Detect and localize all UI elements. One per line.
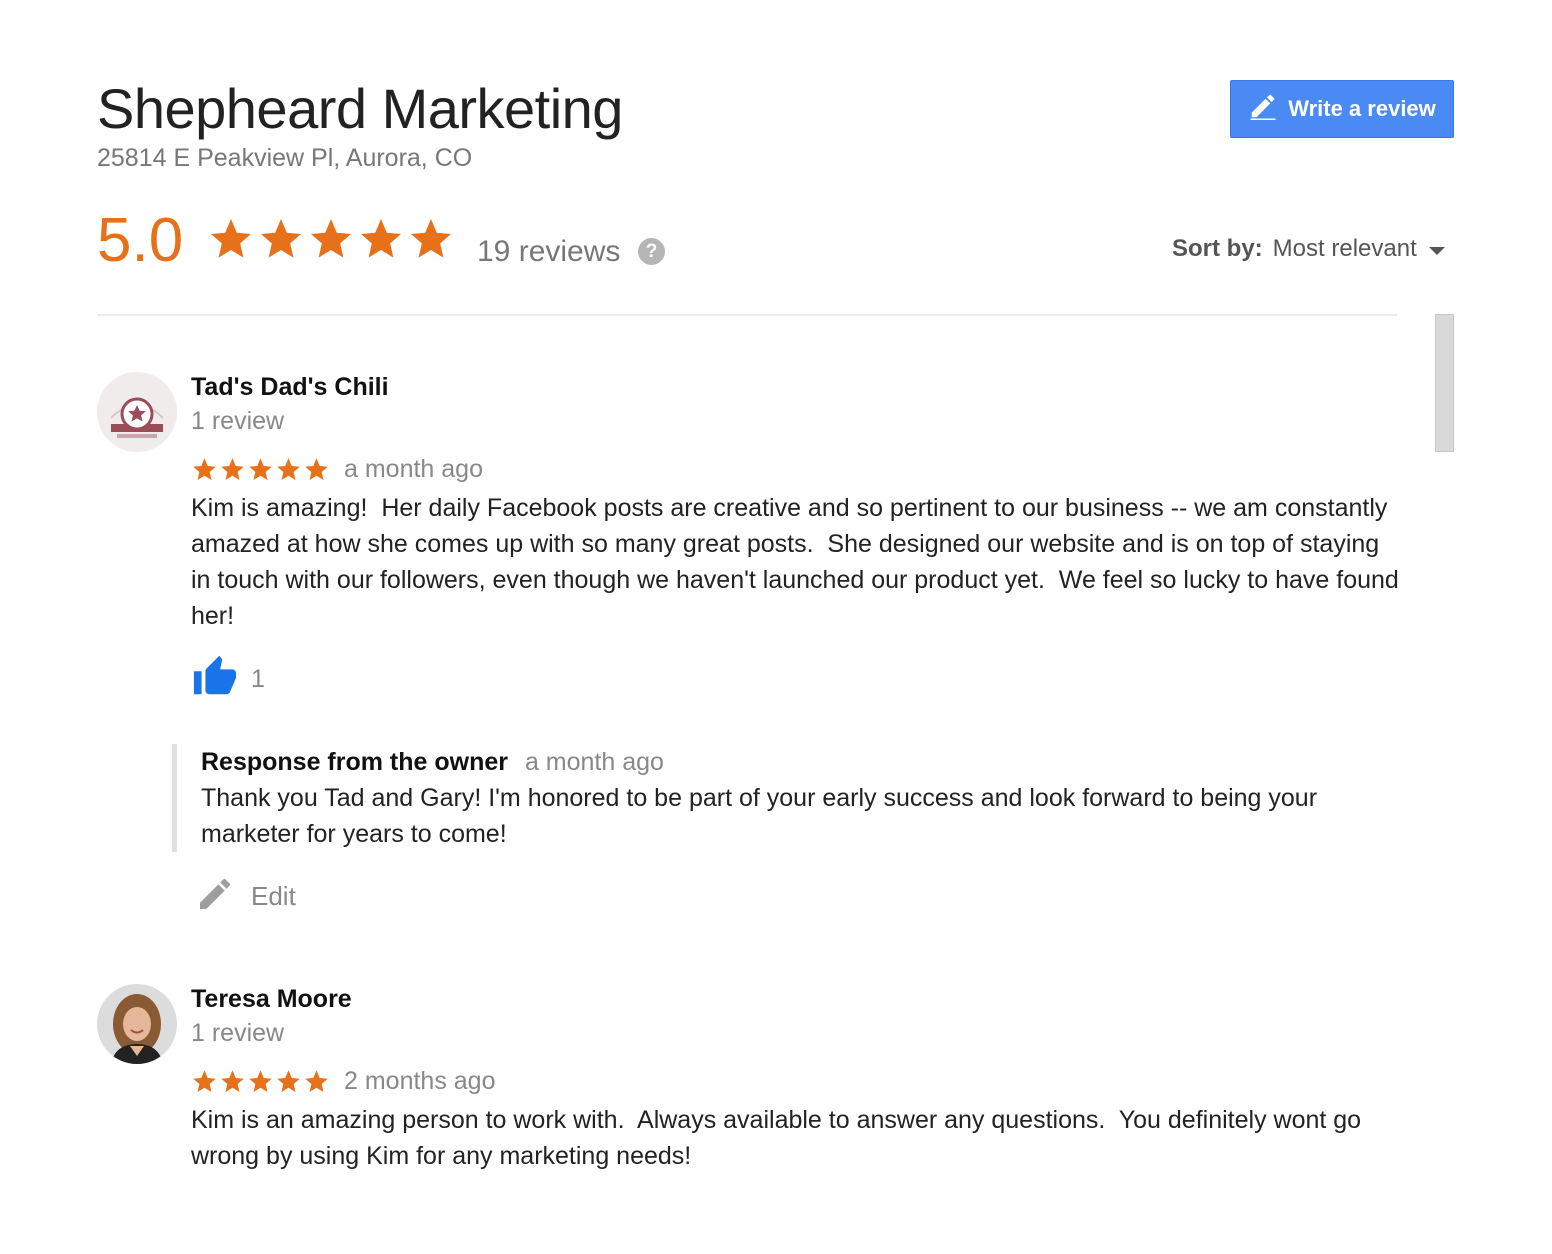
pencil-icon (1248, 91, 1278, 127)
review-date: a month ago (344, 454, 483, 483)
review-date: 2 months ago (344, 1066, 496, 1095)
edit-button[interactable]: Edit (191, 876, 1401, 916)
thumbs-up-icon[interactable] (191, 654, 239, 705)
reviewer-review-count: 1 review (191, 1019, 285, 1047)
owner-response: Response from the owner a month ago Than… (172, 744, 1386, 852)
write-review-button[interactable]: Write a review (1230, 80, 1454, 138)
star-icon (305, 1069, 328, 1092)
star-icon (249, 1069, 272, 1092)
star-icon (193, 1069, 216, 1092)
review-count: 19 reviews (477, 235, 621, 268)
reviewer-name[interactable]: Tad's Dad's Chili (191, 372, 1401, 402)
owner-response-date: a month ago (524, 748, 664, 776)
divider (97, 314, 1397, 316)
star-icon (221, 457, 244, 480)
review-text: Kim is an amazing person to work with. A… (191, 1106, 1369, 1170)
star-icon (277, 1069, 300, 1092)
business-name: Shepheard Marketing (97, 77, 623, 140)
star-icon (211, 219, 251, 258)
write-review-label: Write a review (1288, 96, 1436, 121)
scrollbar-thumb[interactable] (1435, 314, 1454, 452)
reviewer-name[interactable]: Teresa Moore (191, 984, 1401, 1014)
review-stars (191, 1068, 330, 1095)
avatar[interactable] (97, 372, 177, 452)
star-icon (277, 457, 300, 480)
owner-response-label: Response from the owner (201, 748, 508, 776)
help-icon[interactable]: ? (638, 238, 665, 265)
star-icon (193, 457, 216, 480)
reviewer-review-count: 1 review (191, 407, 285, 435)
star-icon (361, 219, 401, 258)
like-count: 1 (251, 664, 265, 693)
sort-value: Most relevant (1272, 235, 1417, 262)
owner-response-text: Thank you Tad and Gary! I'm honored to b… (201, 784, 1318, 848)
caret-down-icon (1428, 247, 1445, 255)
star-icon (261, 219, 301, 258)
sort-dropdown[interactable]: Sort by: Most relevant (1172, 235, 1445, 263)
sort-label: Sort by: (1172, 235, 1263, 262)
star-icon (221, 1069, 244, 1092)
review-stars (191, 456, 330, 483)
star-icon (249, 457, 272, 480)
rating-stars (207, 215, 455, 263)
edit-label: Edit (251, 880, 296, 911)
star-icon (411, 219, 451, 258)
rating-summary: 5.0 19 reviews ? Sort by: Most relevant (97, 205, 1457, 275)
business-address: 25814 E Peakview Pl, Aurora, CO (97, 144, 473, 172)
star-icon (305, 457, 328, 480)
star-icon (311, 219, 351, 258)
pencil-icon (191, 874, 235, 919)
avatar[interactable] (97, 984, 177, 1064)
review-text: Kim is amazing! Her daily Facebook posts… (191, 494, 1406, 630)
rating-value: 5.0 (97, 206, 184, 275)
